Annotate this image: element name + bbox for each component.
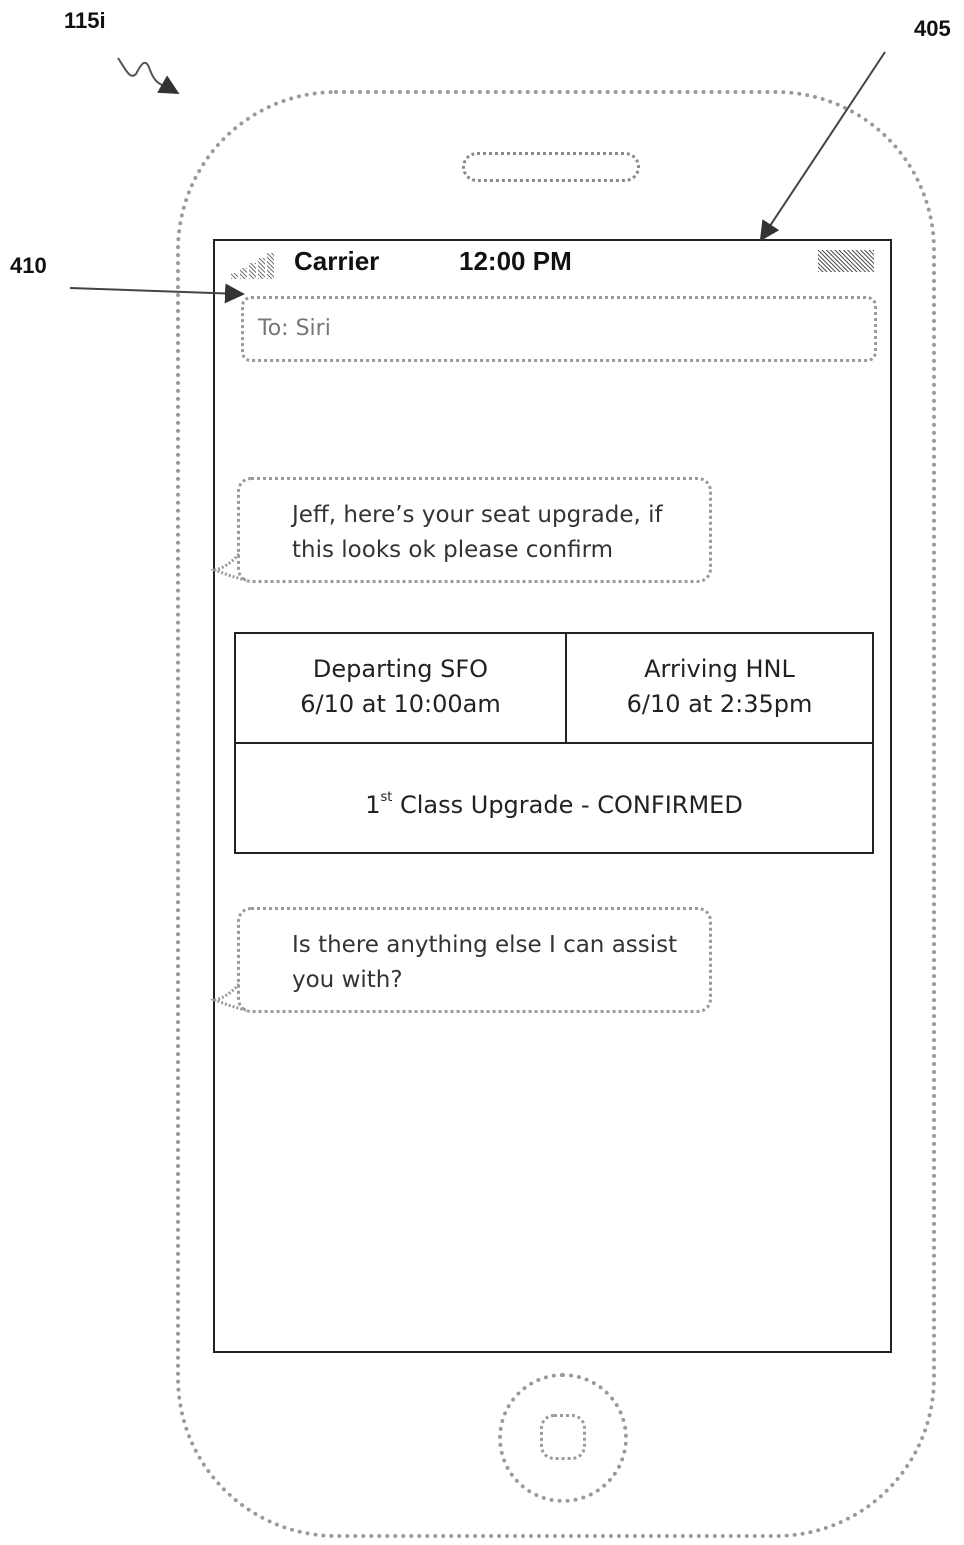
annotation-overlay: [69, 51, 886, 1012]
screen-leader-arrow: [759, 51, 886, 242]
squiggle-leader-line: [117, 57, 180, 94]
bubble-tail: [209, 983, 247, 1012]
bubble-tail: [209, 553, 247, 582]
to-field-leader-arrow: [69, 283, 245, 304]
